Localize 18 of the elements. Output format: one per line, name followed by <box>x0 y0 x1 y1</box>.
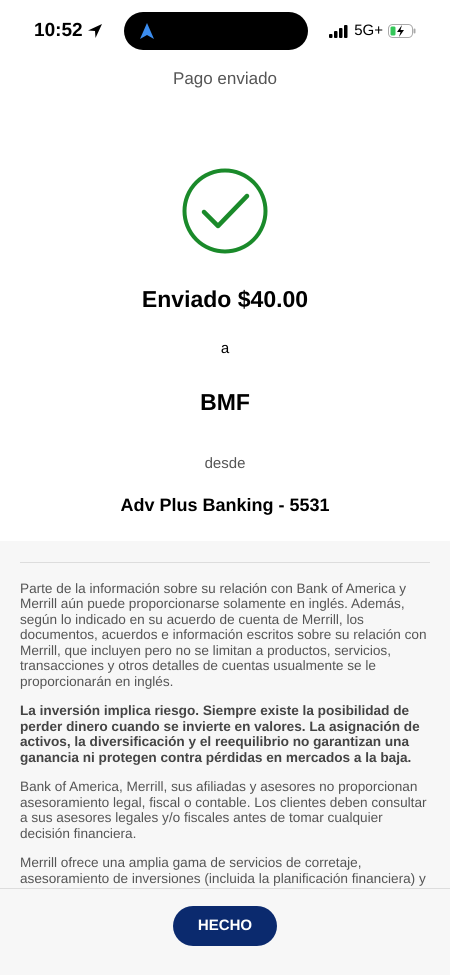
to-label: a <box>220 339 230 359</box>
from-label: desde <box>204 454 246 474</box>
recipient-name: BMF <box>200 388 250 416</box>
source-account: Adv Plus Banking - 5531 <box>120 494 330 517</box>
signal-icon <box>329 24 350 38</box>
charging-battery-icon <box>388 24 416 38</box>
page-title: Pago enviado <box>173 68 277 90</box>
disclosure-paragraph: La inversión implica riesgo. Siempre existe la posibilidad de perder dinero cuando se invierte en valores. La asignación de activos, la diversificación y el reequilibrio no garantizan una ganancia ni protegen contra pérdidas en mercados a la baja. <box>20 703 421 765</box>
check-circle-icon <box>182 168 268 254</box>
disclosure-paragraph: Parte de la información sobre su relación con Bank of America y Merrill aún puede proporcionarse solamente en inglés. Además, según lo indicado en su acuerdo de cuenta de Merrill, los documentos, acuerdos e información escritos sobre su relación con Merrill, que incluyen pero no se limitan a productos, servicios, transacciones y otros detalles de cuentas usualmente se le proporcionarán en inglés. <box>20 580 428 689</box>
network-label: 5G+ <box>354 20 383 41</box>
status-time: 10:52 <box>34 18 83 43</box>
amount-sent: Enviado $40.00 <box>142 284 308 314</box>
disclosure-paragraph: Bank of America, Merrill, sus afiliadas y asesores no proporcionan asesoramiento legal, fiscal o contable. Los clientes deben consultar a sus asesores legales y/o fiscales antes de tomar cualquier decisión financiera. <box>20 779 428 841</box>
done-button[interactable]: HECHO <box>173 906 277 946</box>
location-arrow-icon <box>86 23 103 39</box>
navigation-arrow-icon <box>140 23 154 39</box>
disclosure-paragraph: Merrill ofrece una amplia gama de servicios de corretaje, asesoramiento de inversiones (incluida la planificación financiera) y <box>20 855 427 886</box>
